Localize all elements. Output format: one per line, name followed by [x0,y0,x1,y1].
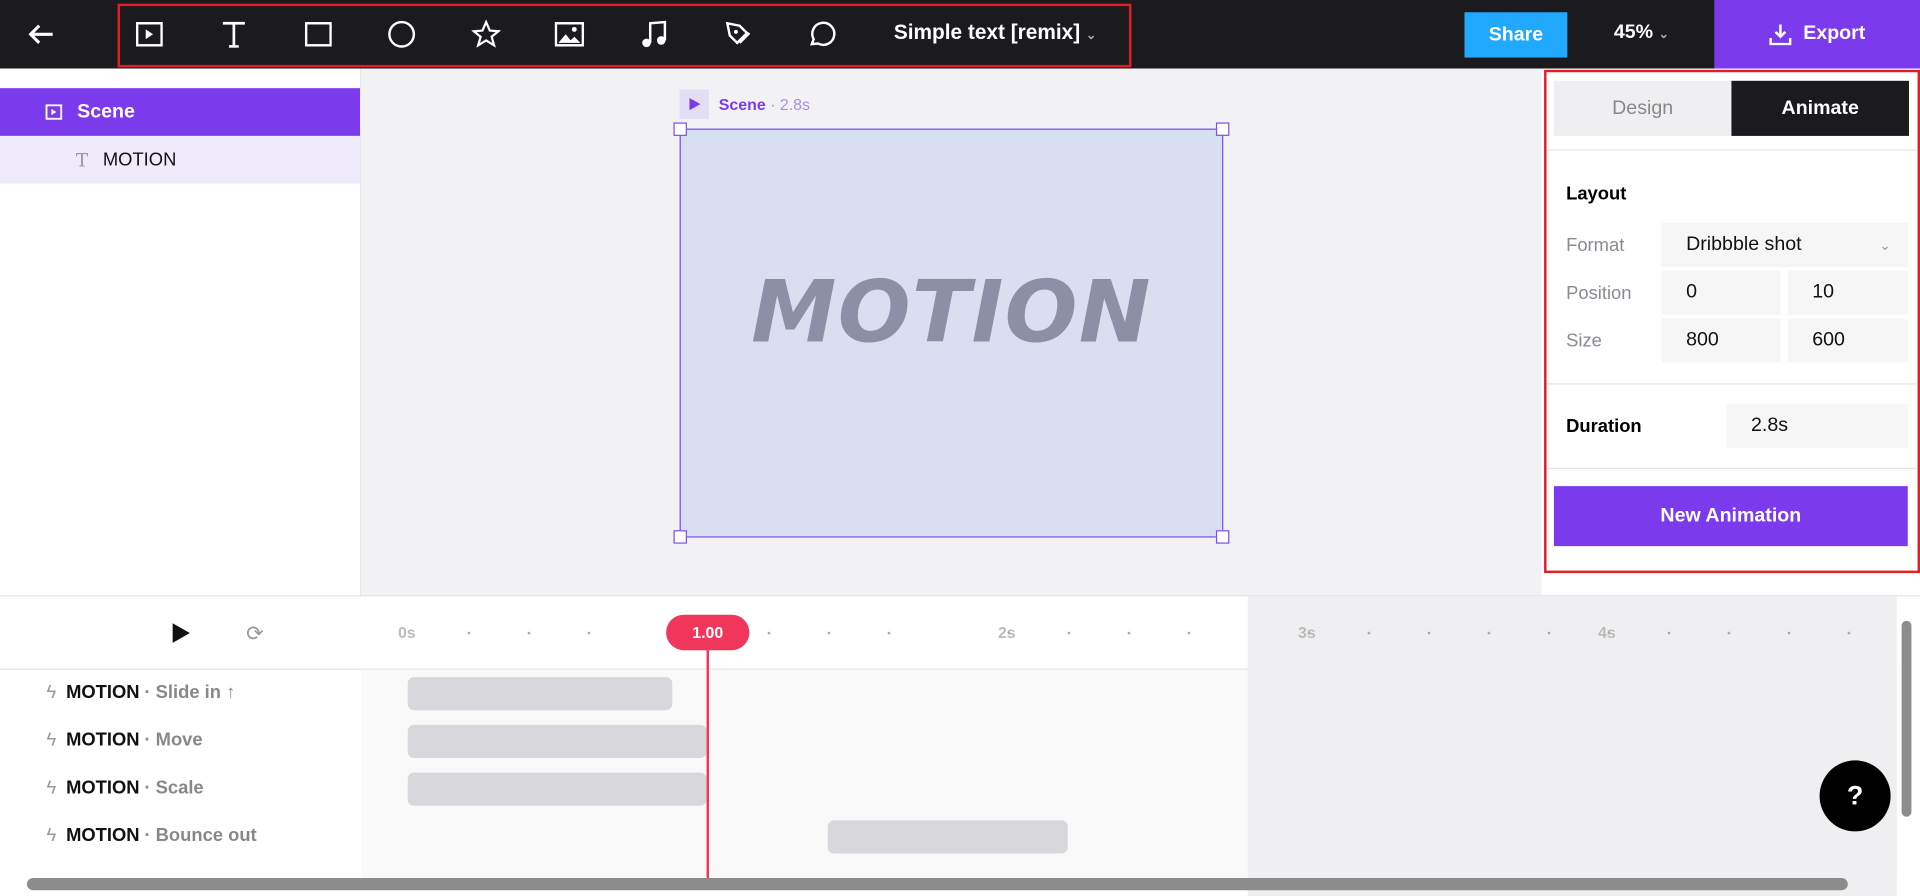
tick-dot [1007,631,1011,635]
play-scene-icon[interactable] [679,89,709,119]
play-icon[interactable] [171,622,191,650]
star-icon[interactable] [469,17,503,51]
resize-handle[interactable] [1215,122,1230,136]
rectangle-icon[interactable] [301,17,335,51]
back-arrow-icon[interactable] [24,17,58,51]
animation-bar[interactable] [407,772,707,806]
tick-dot [1787,631,1791,635]
tick-dot [1547,631,1551,635]
layer-motion[interactable]: T MOTION [0,135,361,184]
layer-label: MOTION [102,149,177,171]
track-layer: MOTION [66,777,140,799]
circle-icon[interactable] [384,17,418,51]
track-layer: MOTION [66,682,140,703]
project-title-dropdown[interactable]: Simple text [remix] ⌄ [894,21,1096,45]
download-icon [1768,24,1792,46]
music-icon[interactable] [637,17,671,51]
tick-dot [1727,631,1731,635]
lightning-icon: ϟ [46,682,57,703]
horizontal-scrollbar[interactable] [26,877,1848,891]
project-title: Simple text [remix] [893,20,1081,45]
tick-dot [1847,631,1851,635]
scene-icon[interactable] [132,17,166,51]
layers-panel: Scene T MOTION [0,68,362,596]
track-layer: MOTION [66,729,140,751]
track-area-out [1247,669,1897,878]
playhead-handle[interactable]: 1.00 [666,614,750,651]
tick-dot [527,631,531,635]
export-button[interactable]: Export [1714,0,1920,69]
lightning-icon: ϟ [46,825,57,847]
zoom-level: 45% [1613,22,1654,43]
tick-dot [1307,631,1311,635]
time-ruler[interactable]: 0s 2s 3s 4s [361,596,1897,896]
resize-handle[interactable] [1215,530,1230,544]
speech-bubble-icon[interactable] [804,17,838,51]
track-animation: · Slide in ↑ [144,682,236,703]
vertical-scrollbar[interactable] [1901,620,1912,817]
tick-dot [1067,631,1071,635]
track-label[interactable]: ϟ MOTION · Bounce out [47,825,257,846]
resize-handle[interactable] [673,530,687,544]
divider [0,668,362,670]
track-layer: MOTION [66,825,140,847]
animation-bar[interactable] [407,677,673,711]
help-button[interactable]: ? [1819,760,1891,832]
tick-dot [827,631,831,635]
track-label[interactable]: ϟ MOTION · Move [47,730,203,751]
motion-text[interactable]: MOTION [681,262,1222,362]
scene-frame[interactable]: MOTION [673,122,1230,544]
track-label[interactable]: ϟ MOTION · Scale [47,778,204,799]
layer-label: Scene [77,101,135,122]
loop-icon[interactable]: ⟳ [246,622,263,646]
playhead-line[interactable] [706,633,709,878]
panel-highlight [1544,69,1920,574]
chevron-down-icon: ⌄ [1658,28,1669,42]
scene-duration: · 2.8s [770,95,810,114]
lightning-icon: ϟ [46,729,57,751]
tick-dot [767,631,771,635]
tick-dot [587,631,591,635]
tick-dot [1187,631,1191,635]
tick-dot [1367,631,1371,635]
export-label: Export [1803,23,1866,45]
tick-dot [1487,631,1491,635]
tick-dot [887,631,891,635]
pen-icon[interactable] [721,17,755,51]
image-icon[interactable] [552,17,586,51]
scene-icon [45,104,63,120]
share-button[interactable]: Share [1464,12,1568,58]
tick-dot [1607,631,1611,635]
top-toolbar: Simple text [remix] ⌄ Share 45% ⌄ Export [0,0,1920,69]
animation-bar[interactable] [827,820,1068,854]
tick-label: 0s [397,623,416,642]
timeline: ⟳ 0s 2s 3s 4s 1.00 ϟ MOTION · Slide in ↑ ϟ M… [0,595,1920,896]
animation-bar[interactable] [407,724,707,758]
tick-dot [1667,631,1671,635]
resize-handle[interactable] [673,122,687,136]
chevron-down-icon: ⌄ [1085,29,1097,43]
layer-scene[interactable]: Scene [0,88,361,136]
scene-label: Scene [718,95,766,114]
lightning-icon: ϟ [46,777,57,799]
zoom-dropdown[interactable]: 45% ⌄ [1614,22,1669,44]
track-animation: · Scale [144,777,204,799]
track-label[interactable]: ϟ MOTION · Slide in ↑ [47,682,236,703]
text-icon[interactable] [217,17,251,51]
tick-dot [1427,631,1431,635]
track-animation: · Move [144,729,203,751]
tick-dot [1127,631,1131,635]
text-icon: T [75,148,89,171]
tick-dot [467,631,471,635]
track-animation: · Bounce out [144,825,257,847]
canvas-area: Scene · 2.8s MOTION [361,68,1542,596]
